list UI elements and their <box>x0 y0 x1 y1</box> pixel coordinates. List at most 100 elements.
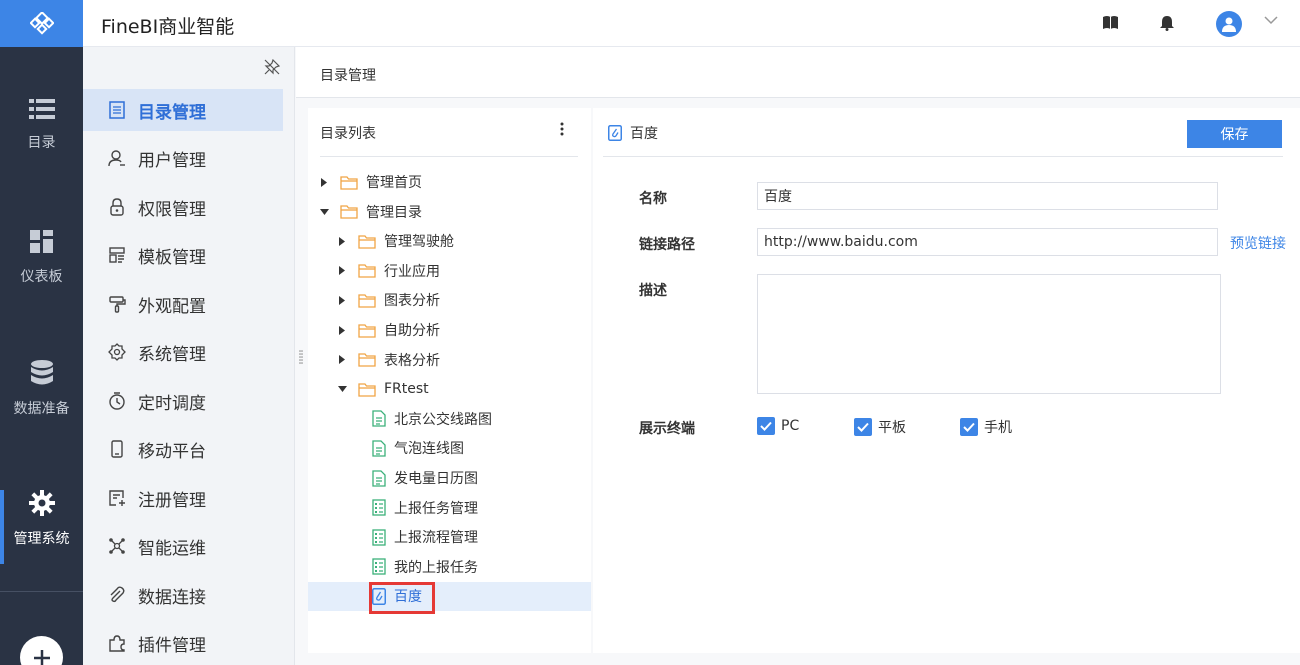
caret-right-icon[interactable] <box>318 176 330 188</box>
more-vertical-icon[interactable] <box>560 122 564 136</box>
menu-item-system[interactable]: 系统管理 <box>83 331 283 373</box>
tree-node-label: 管理目录 <box>366 204 422 221</box>
user-icon <box>108 149 126 167</box>
rail-label: 目录 <box>27 135 56 151</box>
menu-item-label: 定时调度 <box>138 393 206 414</box>
menu-item-label: 系统管理 <box>138 344 206 365</box>
description-textarea[interactable] <box>757 274 1221 394</box>
menu-item-ops[interactable]: 智能运维 <box>83 525 283 567</box>
caret-down-icon[interactable] <box>318 206 330 218</box>
divider <box>320 156 578 157</box>
tree-node[interactable]: FRtest <box>336 374 429 404</box>
resize-handle-icon[interactable] <box>299 350 303 364</box>
top-header: FineBI商业智能 <box>83 0 1300 47</box>
folder-icon <box>358 352 376 367</box>
form-file-icon <box>372 499 386 516</box>
menu-item-label: 插件管理 <box>138 635 206 656</box>
tree-node[interactable]: 发电量日历图 <box>372 463 478 493</box>
list-icon <box>28 99 55 119</box>
link-path-field[interactable]: http://www.baidu.com <box>757 228 1218 256</box>
tree-node[interactable]: 管理驾驶舱 <box>336 226 454 256</box>
dashboard-icon <box>29 230 53 253</box>
tree-node[interactable]: 图表分析 <box>336 285 440 315</box>
menu-item-catalog[interactable]: 目录管理 <box>83 89 283 131</box>
user-avatar[interactable] <box>1216 11 1242 37</box>
tree-title: 目录列表 <box>320 126 376 142</box>
bell-icon[interactable] <box>1160 15 1174 31</box>
tree-node-label: FRtest <box>384 381 429 398</box>
menu-item-mobile[interactable]: 移动平台 <box>83 428 283 470</box>
rail-item-dashboard[interactable]: 仪表板 <box>0 230 83 286</box>
caret-right-icon[interactable] <box>336 265 348 277</box>
rail-divider <box>0 591 83 592</box>
app-logo[interactable] <box>0 0 83 47</box>
save-button[interactable]: 保存 <box>1187 120 1282 148</box>
tree-node-label: 上报任务管理 <box>394 500 478 517</box>
preview-link[interactable]: 预览链接 <box>1230 233 1286 253</box>
rail-item-admin[interactable]: 管理系统 <box>0 490 83 548</box>
checkbox-tablet[interactable]: 平板 <box>854 417 906 437</box>
gear-icon <box>28 490 55 516</box>
catalog-icon <box>108 101 126 119</box>
caret-right-icon[interactable] <box>336 235 348 247</box>
chevron-down-icon[interactable] <box>1264 16 1278 25</box>
brush-icon <box>108 295 126 313</box>
tree-node[interactable]: 我的上报任务 <box>372 552 478 582</box>
checkmark-icon <box>757 417 775 435</box>
unpin-icon[interactable] <box>264 59 280 75</box>
checkbox-label: 手机 <box>984 420 1012 436</box>
caret-right-icon[interactable] <box>336 294 348 306</box>
menu-item-templates[interactable]: 模板管理 <box>83 234 283 276</box>
menu-item-plugins[interactable]: 插件管理 <box>83 622 283 664</box>
tree-node[interactable]: 北京公交线路图 <box>372 404 492 434</box>
checkmark-icon <box>960 418 978 436</box>
add-button[interactable] <box>20 636 63 665</box>
timer-icon <box>108 392 126 410</box>
register-icon <box>108 489 126 507</box>
menu-item-permissions[interactable]: 权限管理 <box>83 186 283 228</box>
tree-node[interactable]: 上报流程管理 <box>372 522 478 552</box>
menu-item-appearance[interactable]: 外观配置 <box>83 283 283 325</box>
rail-label: 管理系统 <box>13 531 70 547</box>
tree-node-label: 图表分析 <box>384 293 440 310</box>
admin-menu: 目录管理 用户管理 权限管理 模板管理 外观配置 系统管理 定时调度 移动平台 … <box>83 47 295 665</box>
menu-item-label: 外观配置 <box>138 296 206 317</box>
checkbox-pc[interactable]: PC <box>757 417 799 435</box>
plus-icon <box>33 649 50 665</box>
tree-node[interactable]: 管理目录 <box>318 197 422 227</box>
folder-icon <box>358 234 376 249</box>
tree-node[interactable]: 气泡连线图 <box>372 433 464 463</box>
menu-item-registration[interactable]: 注册管理 <box>83 477 283 519</box>
checkbox-label: 平板 <box>878 420 906 436</box>
menu-item-schedule[interactable]: 定时调度 <box>83 380 283 422</box>
tree-node[interactable]: 管理首页 <box>318 167 422 197</box>
rail-item-catalog[interactable]: 目录 <box>0 98 83 152</box>
tree-node[interactable]: 自助分析 <box>336 315 440 345</box>
menu-item-data-connection[interactable]: 数据连接 <box>83 574 283 616</box>
tree-node-label: 管理首页 <box>366 175 422 191</box>
menu-item-label: 用户管理 <box>138 150 206 171</box>
caret-right-icon[interactable] <box>336 324 348 336</box>
link-icon <box>608 125 622 141</box>
network-icon <box>108 537 126 555</box>
detail-header: 百度 <box>608 123 658 143</box>
tree-node-label: 北京公交线路图 <box>394 411 492 428</box>
terminal-label: 展示终端 <box>639 421 695 437</box>
lock-icon <box>108 198 126 216</box>
checkbox-phone[interactable]: 手机 <box>960 417 1012 437</box>
rail-item-data-prep[interactable]: 数据准备 <box>0 360 83 418</box>
caret-right-icon[interactable] <box>336 354 348 366</box>
menu-item-users[interactable]: 用户管理 <box>83 137 283 179</box>
tree-node[interactable]: 行业应用 <box>336 256 440 286</box>
tree-node[interactable]: 上报任务管理 <box>372 493 478 523</box>
form-file-icon <box>372 558 386 575</box>
caret-down-icon[interactable] <box>336 383 348 395</box>
person-icon <box>1222 17 1236 32</box>
tree-node-label: 自助分析 <box>384 323 440 339</box>
tree-node[interactable]: 表格分析 <box>336 345 440 375</box>
rail-label: 仪表板 <box>20 269 63 285</box>
help-book-icon[interactable] <box>1102 15 1119 31</box>
name-field[interactable]: 百度 <box>757 182 1218 210</box>
menu-item-label: 注册管理 <box>138 490 206 511</box>
tree-node-label: 表格分析 <box>384 352 440 369</box>
